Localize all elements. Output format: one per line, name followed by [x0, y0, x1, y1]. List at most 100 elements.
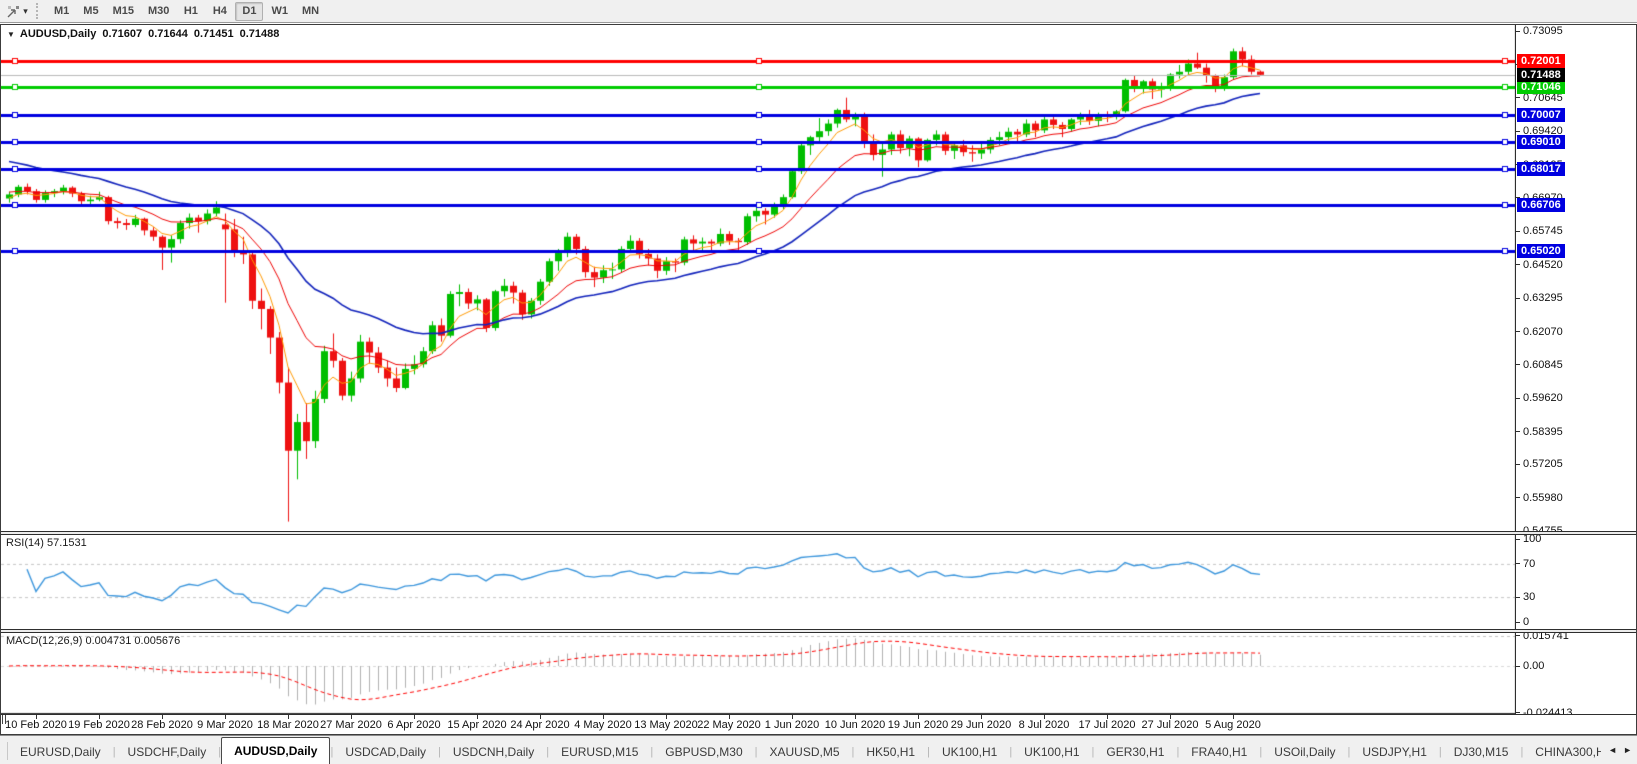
rsi-axis-tick-label: 30	[1523, 591, 1535, 603]
tab-scroll-left-icon[interactable]: ◄	[1608, 745, 1617, 755]
ohlc-open: 0.71607	[102, 28, 142, 40]
axis-tick-mark	[1516, 539, 1520, 540]
tab-bar-grip	[0, 742, 8, 760]
time-axis-label: 10 Jun 2020	[825, 719, 886, 731]
collapse-icon[interactable]: ▼	[7, 30, 15, 39]
price-axis-tick-label: 0.57205	[1523, 458, 1563, 470]
price-tag-0.71046: 0.71046	[1517, 80, 1565, 94]
price-axis-tick: 0.59620	[1516, 391, 1563, 405]
axis-tick-mark	[1516, 131, 1520, 132]
price-axis-tick: 0.64520	[1516, 258, 1563, 272]
chart-tab-uk100-h1[interactable]: UK100,H1	[1012, 740, 1091, 764]
timeframe-button-m5[interactable]: M5	[77, 2, 104, 21]
time-axis-label: 1 Jun 2020	[765, 719, 819, 731]
chart-ohlc-readout: ▼AUDUSD,Daily0.716070.716440.714510.7148…	[7, 28, 285, 40]
axis-tick-mark	[1516, 298, 1520, 299]
crosshair-icon	[6, 4, 21, 19]
chart-tab-dj30-m15[interactable]: DJ30,M15	[1442, 740, 1521, 764]
time-axis-label: 19 Jun 2020	[888, 719, 949, 731]
chart-tab-usdjpy-h1[interactable]: USDJPY,H1	[1350, 740, 1438, 764]
rsi-axis-tick: 30	[1516, 590, 1535, 604]
time-axis-label: 5 Aug 2020	[1205, 719, 1261, 731]
chart-tab-usdcad-daily[interactable]: USDCAD,Daily	[333, 740, 438, 764]
time-axis-label: 28 Feb 2020	[131, 719, 193, 731]
price-tag-0.65020: 0.65020	[1517, 244, 1565, 258]
chart-tab-hk50-h1[interactable]: HK50,H1	[854, 740, 927, 764]
price-axis-tick-label: 0.58395	[1523, 426, 1563, 438]
chevron-down-icon[interactable]: ▾	[23, 6, 28, 17]
ohlc-low: 0.71451	[194, 28, 234, 40]
time-axis-label: 27 Mar 2020	[320, 719, 382, 731]
macd-axis-tick-label: 0.00	[1523, 660, 1544, 672]
price-tag-0.69010: 0.69010	[1517, 135, 1565, 149]
price-axis-tick-label: 0.62070	[1523, 326, 1563, 338]
timeframe-button-d1[interactable]: D1	[235, 2, 263, 21]
rsi-axis-tick-label: 0	[1523, 616, 1529, 628]
price-chart-canvas[interactable]	[1, 25, 1516, 714]
axis-tick-mark	[1516, 31, 1520, 32]
timeframe-button-h1[interactable]: H1	[177, 2, 204, 21]
panel-splitter-rsi[interactable]	[1, 531, 1636, 535]
chart-tab-usoil-daily[interactable]: USOil,Daily	[1262, 740, 1347, 764]
toolbar-grip	[36, 3, 43, 19]
timeframe-button-m1[interactable]: M1	[48, 2, 75, 21]
axis-tick-mark	[1516, 622, 1520, 623]
top-toolbar: ▾ M1M5M15M30H1H4D1W1MN	[0, 0, 1637, 23]
chart-tab-uk100-h1[interactable]: UK100,H1	[930, 740, 1009, 764]
timeframe-button-m15[interactable]: M15	[107, 2, 140, 21]
price-tag-0.66706: 0.66706	[1517, 198, 1565, 212]
axis-tick-mark	[1516, 666, 1520, 667]
panel-splitter-macd[interactable]	[1, 629, 1636, 633]
price-axis-tick-label: 0.59620	[1523, 392, 1563, 404]
time-axis-label: 29 Jun 2020	[951, 719, 1012, 731]
price-tag-0.72001: 0.72001	[1517, 54, 1565, 68]
chart-tab-bar: EURUSD,Daily|USDCHF,Daily|AUDUSD,Daily|U…	[0, 735, 1637, 764]
chart-tab-eurusd-m15[interactable]: EURUSD,M15	[549, 740, 650, 764]
chart-window: ▼AUDUSD,Daily0.716070.716440.714510.7148…	[0, 24, 1637, 735]
price-axis-tick: 0.62070	[1516, 325, 1563, 339]
time-axis[interactable]: 10 Feb 202019 Feb 202028 Feb 20209 Mar 2…	[1, 714, 1636, 734]
axis-tick-mark	[1516, 231, 1520, 232]
chart-tab-eurusd-daily[interactable]: EURUSD,Daily	[8, 740, 113, 764]
price-axis-tick: 0.73095	[1516, 24, 1563, 38]
rsi-axis-tick: 0	[1516, 615, 1529, 629]
chart-symbol-label: AUDUSD,Daily	[20, 28, 96, 40]
axis-tick-mark	[1516, 635, 1520, 636]
timeframe-button-mn[interactable]: MN	[296, 2, 325, 21]
chart-tab-usdcnh-daily[interactable]: USDCNH,Daily	[441, 740, 546, 764]
price-axis-tick-label: 0.65745	[1523, 225, 1563, 237]
price-axis-tick: 0.63295	[1516, 291, 1563, 305]
price-axis-tick: 0.60845	[1516, 358, 1563, 372]
chart-tab-ger30-h1[interactable]: GER30,H1	[1094, 740, 1176, 764]
crosshair-tool-button[interactable]: ▾	[0, 0, 34, 22]
price-axis-tick: 0.58395	[1516, 425, 1563, 439]
price-axis[interactable]: 0.730950.718700.706450.694200.681950.669…	[1515, 25, 1636, 714]
axis-tick-mark	[1516, 712, 1520, 713]
time-axis-label: 4 May 2020	[574, 719, 631, 731]
time-axis-label: 17 Jul 2020	[1079, 719, 1136, 731]
time-axis-label: 6 Apr 2020	[387, 719, 440, 731]
time-axis-label: 22 May 2020	[697, 719, 761, 731]
macd-axis-tick: 0.00	[1516, 659, 1544, 673]
chart-tab-fra40-h1[interactable]: FRA40,H1	[1179, 740, 1259, 764]
price-axis-tick-label: 0.55980	[1523, 492, 1563, 504]
timeframe-buttons: M1M5M15M30H1H4D1W1MN	[47, 2, 326, 21]
price-axis-tick-label: 0.73095	[1523, 25, 1563, 37]
axis-tick-mark	[1516, 431, 1520, 432]
axis-tick-mark	[1516, 398, 1520, 399]
time-axis-label: 19 Feb 2020	[68, 719, 130, 731]
time-axis-label: 10 Feb 2020	[5, 719, 67, 731]
current-price-tag: 0.71488	[1517, 68, 1565, 82]
axis-tick-mark	[1516, 464, 1520, 465]
chart-tab-usdchf-daily[interactable]: USDCHF,Daily	[116, 740, 219, 764]
chart-tab-gbpusd-m30[interactable]: GBPUSD,M30	[653, 740, 754, 764]
time-axis-label: 18 Mar 2020	[257, 719, 319, 731]
timeframe-button-h4[interactable]: H4	[206, 2, 233, 21]
time-axis-label: 8 Jul 2020	[1019, 719, 1070, 731]
tab-scroll-right-icon[interactable]: ►	[1623, 745, 1632, 755]
timeframe-button-m30[interactable]: M30	[142, 2, 175, 21]
axis-tick-mark	[1516, 97, 1520, 98]
chart-tab-xauusd-m5[interactable]: XAUUSD,M5	[758, 740, 852, 764]
chart-tab-audusd-daily[interactable]: AUDUSD,Daily	[221, 737, 330, 764]
timeframe-button-w1[interactable]: W1	[265, 2, 294, 21]
